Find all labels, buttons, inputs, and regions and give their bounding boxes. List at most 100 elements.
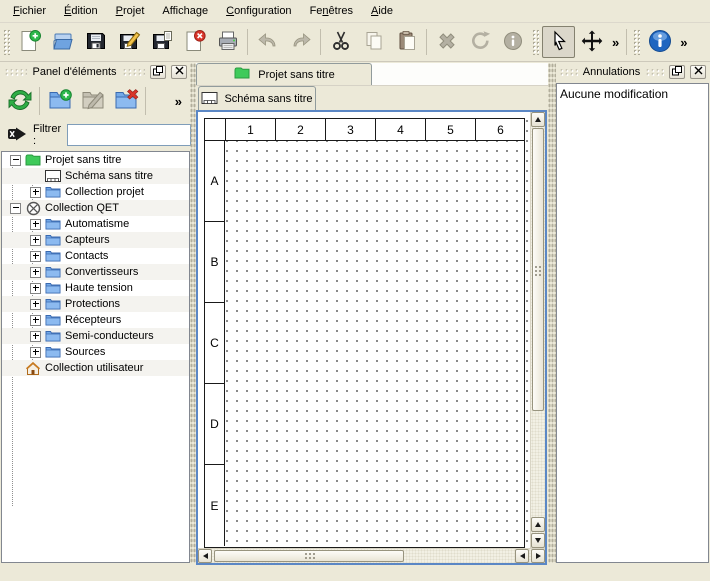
undo-history-list[interactable]: Aucune modification [556,83,709,563]
close-panel-button[interactable] [171,65,187,79]
expand-expander[interactable] [30,347,41,358]
toolbar-separator [145,87,146,115]
copy-button[interactable] [357,26,390,58]
expand-expander[interactable] [30,331,41,342]
right-splitter-handle[interactable] [548,63,556,563]
menu-aide[interactable]: Aide [362,2,402,20]
tree-item-collection-qet[interactable]: Collection QET [2,200,189,216]
menu-fichier[interactable]: Fichier [4,2,55,20]
print-icon [216,29,240,56]
project-folder-icon [233,66,251,83]
reload-collections-button[interactable] [3,84,36,118]
toolbar-overflow-button[interactable]: » [676,35,691,50]
tree-item-collection-projet[interactable]: Collection projet [2,184,189,200]
scroll-left-button[interactable] [198,549,212,563]
toolbar-drag-handle[interactable] [532,29,539,55]
expand-expander[interactable] [30,187,41,198]
filter-input[interactable] [67,124,191,146]
tab-projet-sans-titre[interactable]: Projet sans titre [196,63,372,85]
filter-label: Filtrer : [33,123,61,147]
scroll-left-button-right[interactable] [515,549,529,563]
vertical-scroll-thumb[interactable] [532,128,544,411]
rotate-button[interactable] [463,26,496,58]
tree-item-recepteurs[interactable]: Récepteurs [2,312,189,328]
elements-panel-titlebar[interactable]: Panel d'éléments [1,63,190,81]
elements-panel-toolbar: » [1,81,190,121]
expand-expander[interactable] [30,235,41,246]
menu-configuration[interactable]: Configuration [217,2,300,20]
toolbar-drag-handle[interactable] [3,29,10,55]
pan-mode-button[interactable] [575,26,608,58]
tab-schema-sans-titre[interactable]: Schéma sans titre [198,86,316,111]
tree-item-collection-utilisateur[interactable]: Collection utilisateur [2,360,189,376]
tree-item-automatisme[interactable]: Automatisme [2,216,189,232]
toolbar-overflow-button[interactable]: » [608,35,623,50]
float-panel-button[interactable] [669,65,685,79]
save-all-button[interactable] [145,26,178,58]
tree-item-semi-conducteurs[interactable]: Semi-conducteurs [2,328,189,344]
thumb-grip [533,264,543,276]
row-header: B [205,222,224,303]
element-info-button[interactable] [496,26,529,58]
menu-fenetres[interactable]: Fenêtres [301,2,362,20]
new-project-button[interactable] [13,26,46,58]
tree-item-label: Protections [65,298,120,310]
expand-expander[interactable] [30,267,41,278]
undo-list-item[interactable]: Aucune modification [560,86,705,102]
tree-item-schema-sans-titre[interactable]: Schéma sans titre [2,168,189,184]
tree-item-sources[interactable]: Sources [2,344,189,360]
schema-canvas[interactable]: 1 2 3 4 5 6 A B C D E [198,112,530,548]
column-header: 1 [225,119,275,140]
tree-item-convertisseurs[interactable]: Convertisseurs [2,264,189,280]
close-file-button[interactable] [178,26,211,58]
redo-button[interactable] [284,26,317,58]
tree-item-projet-sans-titre[interactable]: Projet sans titre [2,152,189,168]
collapse-expander[interactable] [10,203,21,214]
cut-button[interactable] [324,26,357,58]
horizontal-scroll-thumb[interactable] [214,550,404,562]
scroll-right-button[interactable] [531,549,545,563]
delete-button[interactable] [430,26,463,58]
toolbar-drag-handle[interactable] [633,29,640,55]
horizontal-scrollbar[interactable] [198,548,545,563]
menu-affichage[interactable]: Affichage [153,2,217,20]
close-panel-button[interactable] [690,65,706,79]
panel-toolbar-overflow-button[interactable]: » [175,94,182,109]
about-button[interactable] [643,26,676,58]
delete-category-button[interactable] [109,84,142,118]
tree-item-protections[interactable]: Protections [2,296,189,312]
open-project-button[interactable] [46,26,79,58]
menu-edition[interactable]: Édition [55,2,107,20]
tree-item-haute-tension[interactable]: Haute tension [2,280,189,296]
expand-expander[interactable] [30,283,41,294]
tree-item-capteurs[interactable]: Capteurs [2,232,189,248]
vertical-scrollbar[interactable] [530,112,545,548]
expand-expander[interactable] [30,251,41,262]
save-button[interactable] [79,26,112,58]
edit-category-button[interactable] [76,84,109,118]
scroll-down-button[interactable] [531,533,545,548]
print-button[interactable] [211,26,244,58]
expand-expander[interactable] [30,315,41,326]
menu-projet[interactable]: Projet [107,2,154,20]
open-document-icon [51,29,75,56]
expand-expander[interactable] [30,299,41,310]
tree-item-contacts[interactable]: Contacts [2,248,189,264]
close-icon [694,66,703,78]
folder-icon [45,329,61,343]
scroll-up-button[interactable] [531,112,545,127]
collapse-expander[interactable] [10,155,21,166]
undo-panel-titlebar[interactable]: Annulations [556,63,709,81]
qet-logo-icon [25,201,41,215]
float-icon [672,66,682,79]
toolbar-separator [626,29,627,55]
clear-filter-icon[interactable] [7,126,27,145]
expand-expander[interactable] [30,219,41,230]
scroll-up-button-bottom[interactable] [531,517,545,532]
float-panel-button[interactable] [150,65,166,79]
save-as-button[interactable] [112,26,145,58]
paste-button[interactable] [390,26,423,58]
undo-button[interactable] [251,26,284,58]
select-mode-button[interactable] [542,26,575,58]
new-category-button[interactable] [43,84,76,118]
